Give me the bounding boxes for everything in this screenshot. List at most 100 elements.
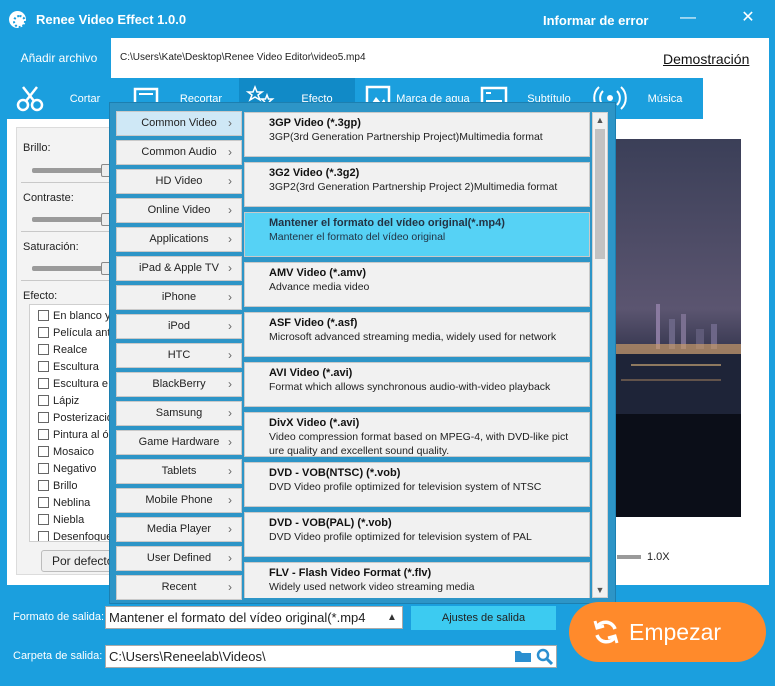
effect-option[interactable]: Realce bbox=[38, 344, 87, 361]
effect-option[interactable]: Escultura e bbox=[38, 378, 108, 395]
scroll-up-icon[interactable]: ▲ bbox=[593, 113, 607, 127]
effect-option[interactable]: Negativo bbox=[38, 463, 96, 480]
category-user-defined[interactable]: User Defined › bbox=[116, 546, 242, 571]
folder-icon[interactable] bbox=[514, 649, 532, 663]
zoom-slider[interactable] bbox=[617, 555, 641, 559]
scroll-down-icon[interactable]: ▼ bbox=[593, 583, 607, 597]
category-ipod[interactable]: iPod › bbox=[116, 314, 242, 339]
close-button[interactable]: ✕ bbox=[738, 8, 758, 28]
effect-option[interactable]: Escultura bbox=[38, 361, 99, 378]
effect-option[interactable]: Desenfoque bbox=[38, 531, 112, 541]
saturation-label: Saturación: bbox=[23, 241, 79, 253]
category-common-video[interactable]: Common Video › bbox=[116, 111, 242, 136]
category-samsung[interactable]: Samsung › bbox=[116, 401, 242, 426]
category-game-hardware[interactable]: Game Hardware › bbox=[116, 430, 242, 455]
report-error-link[interactable]: Informar de error bbox=[543, 13, 648, 28]
category-iphone[interactable]: iPhone › bbox=[116, 285, 242, 310]
output-format-value: Mantener el formato del vídeo original(*… bbox=[109, 610, 366, 625]
effect-option[interactable]: Posterizació bbox=[38, 412, 113, 429]
contrast-slider[interactable] bbox=[32, 217, 105, 222]
effect-option[interactable]: Lápiz bbox=[38, 395, 79, 412]
output-folder-value: C:\Users\Reneelab\Videos\ bbox=[109, 649, 266, 664]
chevron-right-icon: › bbox=[228, 406, 232, 420]
start-button[interactable]: Empezar bbox=[569, 602, 766, 662]
adjustments-panel: Brillo: Contraste: Saturación: Efecto: E… bbox=[16, 127, 116, 575]
chevron-right-icon: › bbox=[228, 464, 232, 478]
chevron-right-icon: › bbox=[228, 261, 232, 275]
checkbox[interactable] bbox=[38, 480, 49, 491]
format-list: 3GP Video (*.3gp) 3GP(3rd Generation Par… bbox=[244, 112, 590, 598]
format-list-scrollbar[interactable]: ▲ ▼ bbox=[592, 112, 608, 598]
format-option-avi[interactable]: AVI Video (*.avi) Format which allows sy… bbox=[244, 362, 590, 407]
default-button[interactable]: Por defecto bbox=[41, 550, 113, 572]
effect-option[interactable]: Mosaico bbox=[38, 446, 94, 463]
format-option-3g2[interactable]: 3G2 Video (*.3g2) 3GP2(3rd Generation Pa… bbox=[244, 162, 590, 207]
category-ipad-apple-tv[interactable]: iPad & Apple TV › bbox=[116, 256, 242, 281]
effect-option[interactable]: Neblina bbox=[38, 497, 90, 514]
checkbox[interactable] bbox=[38, 429, 49, 440]
category-blackberry[interactable]: BlackBerry › bbox=[116, 372, 242, 397]
effects-list: En blanco y Película ant Realce Escultur… bbox=[29, 304, 115, 542]
chevron-right-icon: › bbox=[228, 522, 232, 536]
search-icon[interactable] bbox=[536, 648, 553, 665]
format-option-dvd-ntsc[interactable]: DVD - VOB(NTSC) (*.vob) DVD Video profil… bbox=[244, 462, 590, 507]
checkbox[interactable] bbox=[38, 446, 49, 457]
effect-option[interactable]: Película ant bbox=[38, 327, 110, 344]
chevron-up-icon[interactable]: ▲ bbox=[382, 607, 402, 628]
divider bbox=[21, 280, 111, 281]
output-format-select[interactable]: Mantener el formato del vídeo original(*… bbox=[105, 606, 403, 629]
brightness-slider[interactable] bbox=[32, 168, 105, 173]
checkbox[interactable] bbox=[38, 361, 49, 372]
contrast-label: Contraste: bbox=[23, 192, 74, 204]
format-option-flv[interactable]: FLV - Flash Video Format (*.flv) Widely … bbox=[244, 562, 590, 598]
chevron-right-icon: › bbox=[228, 348, 232, 362]
checkbox[interactable] bbox=[38, 514, 49, 525]
format-dropdown: Common Video › Common Audio › HD Video › On… bbox=[109, 102, 616, 604]
add-file-button[interactable]: Añadir archivo bbox=[7, 38, 111, 78]
checkbox[interactable] bbox=[38, 378, 49, 389]
format-option-asf[interactable]: ASF Video (*.asf) Microsoft advanced str… bbox=[244, 312, 590, 357]
category-media-player[interactable]: Media Player › bbox=[116, 517, 242, 542]
format-option-original-mp4[interactable]: Mantener el formato del vídeo original(*… bbox=[244, 212, 590, 257]
effect-option[interactable]: Pintura al ó bbox=[38, 429, 109, 446]
scrollbar-thumb[interactable] bbox=[595, 129, 605, 259]
format-option-amv[interactable]: AMV Video (*.amv) Advance media video bbox=[244, 262, 590, 307]
demo-link[interactable]: Demostración bbox=[663, 51, 749, 67]
category-online-video[interactable]: Online Video › bbox=[116, 198, 242, 223]
checkbox[interactable] bbox=[38, 344, 49, 355]
output-format-label: Formato de salida: bbox=[13, 611, 105, 623]
title-bar: Renee Video Effect 1.0.0 Informar de err… bbox=[0, 0, 775, 38]
saturation-slider[interactable] bbox=[32, 266, 105, 271]
file-path: C:\Users\Kate\Desktop\Renee Video Editor… bbox=[120, 52, 366, 63]
chevron-right-icon: › bbox=[228, 551, 232, 565]
effect-option[interactable]: Niebla bbox=[38, 514, 84, 531]
format-option-3gp[interactable]: 3GP Video (*.3gp) 3GP(3rd Generation Par… bbox=[244, 112, 590, 157]
format-option-divx[interactable]: DivX Video (*.avi) Video compression for… bbox=[244, 412, 590, 457]
output-settings-button[interactable]: Ajustes de salida bbox=[411, 606, 556, 630]
checkbox[interactable] bbox=[38, 327, 49, 338]
checkbox[interactable] bbox=[38, 395, 49, 406]
category-mobile-phone[interactable]: Mobile Phone › bbox=[116, 488, 242, 513]
category-hd-video[interactable]: HD Video › bbox=[116, 169, 242, 194]
category-htc[interactable]: HTC › bbox=[116, 343, 242, 368]
minimize-button[interactable]: — bbox=[678, 8, 698, 28]
category-tablets[interactable]: Tablets › bbox=[116, 459, 242, 484]
chevron-right-icon: › bbox=[228, 174, 232, 188]
effect-option[interactable]: Brillo bbox=[38, 480, 77, 497]
format-option-dvd-pal[interactable]: DVD - VOB(PAL) (*.vob) DVD Video profile… bbox=[244, 512, 590, 557]
chevron-right-icon: › bbox=[228, 232, 232, 246]
category-recent[interactable]: Recent › bbox=[116, 575, 242, 600]
app-window: Renee Video Effect 1.0.0 Informar de err… bbox=[0, 0, 775, 686]
output-folder-label: Carpeta de salida: bbox=[13, 650, 103, 662]
category-common-audio[interactable]: Common Audio › bbox=[116, 140, 242, 165]
checkbox[interactable] bbox=[38, 412, 49, 423]
category-applications[interactable]: Applications › bbox=[116, 227, 242, 252]
checkbox[interactable] bbox=[38, 531, 49, 541]
checkbox[interactable] bbox=[38, 310, 49, 321]
tab-cortar[interactable]: Cortar bbox=[7, 78, 123, 119]
checkbox[interactable] bbox=[38, 463, 49, 474]
checkbox[interactable] bbox=[38, 497, 49, 508]
output-folder-field[interactable]: C:\Users\Reneelab\Videos\ bbox=[105, 645, 557, 668]
effect-option[interactable]: En blanco y bbox=[38, 310, 110, 327]
chevron-right-icon: › bbox=[228, 290, 232, 304]
